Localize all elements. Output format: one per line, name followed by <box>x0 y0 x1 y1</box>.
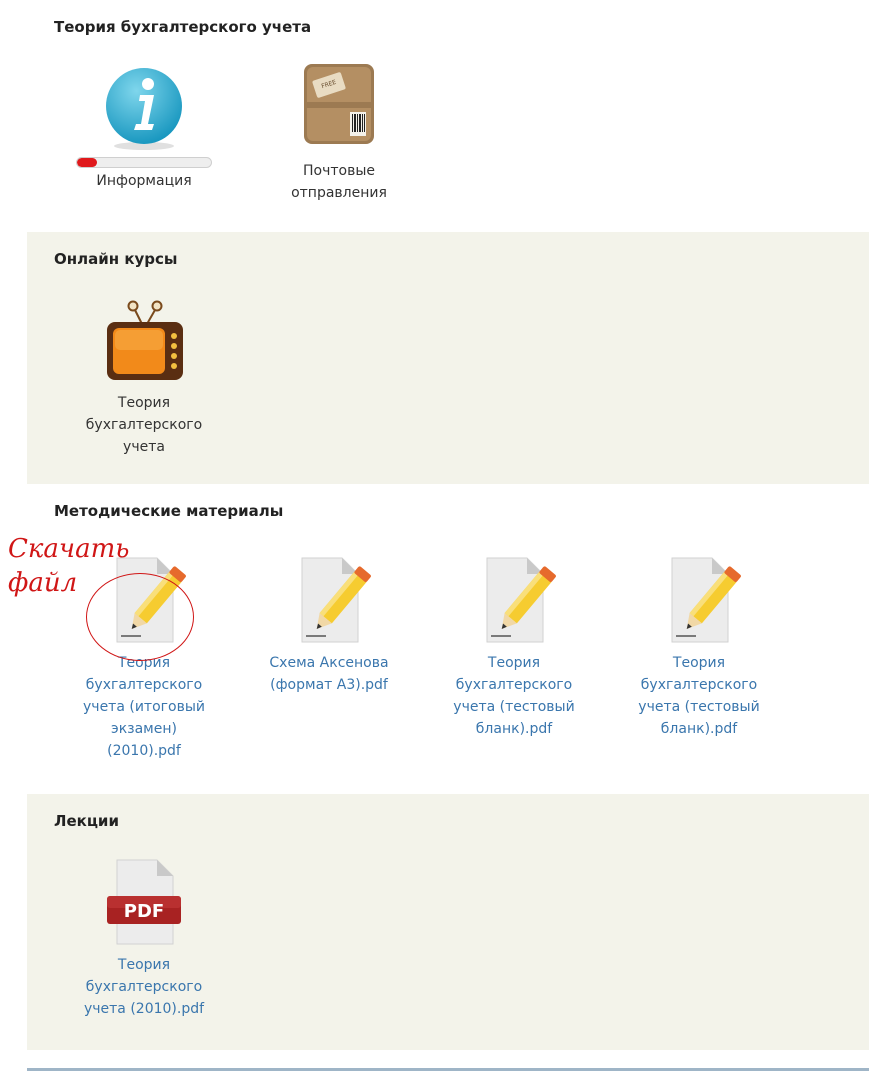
document-edit-icon[interactable] <box>469 554 559 646</box>
tile-label: Почтовые отправления <box>291 163 387 201</box>
pdf-tile[interactable]: PDF Теория бухгалтерского учета (2010).p… <box>59 856 229 1020</box>
section-title: Онлайн курсы <box>54 250 178 268</box>
pdf-file-icon[interactable]: PDF <box>99 856 189 948</box>
document-tile[interactable]: Схема Аксенова (формат А3).pdf <box>244 554 414 696</box>
document-edit-icon[interactable] <box>284 554 374 646</box>
package-icon[interactable]: FREE <box>294 62 384 154</box>
info-icon[interactable] <box>99 62 189 154</box>
section-title: Лекции <box>54 812 119 830</box>
tile-label[interactable]: Схема Аксенова (формат А3).pdf <box>244 652 414 696</box>
document-edit-icon[interactable] <box>654 554 744 646</box>
info-tile[interactable]: Информация <box>59 62 229 192</box>
tile-label[interactable]: Теория бухгалтерского учета (тестовый бл… <box>429 652 599 740</box>
section-lectures: Лекции PDF Теория бухгалтерского учета (… <box>27 794 869 1050</box>
pdf-badge: PDF <box>124 901 164 922</box>
section-course-info: Теория бухгалтерского учета Информация F… <box>27 0 869 232</box>
progress-bar <box>76 157 212 168</box>
document-tile[interactable]: Теория бухгалтерского учета (тестовый бл… <box>429 554 599 740</box>
tile-label: Теория бухгалтерского учета <box>85 395 203 455</box>
online-course-tile[interactable]: Теория бухгалтерского учета <box>59 294 229 458</box>
section-methodical-materials: Методические материалы Теория бухгалтерс… <box>27 484 869 794</box>
document-tile[interactable]: Теория бухгалтерского учета (тестовый бл… <box>614 554 784 740</box>
download-annotation: Скачать файл <box>8 534 130 598</box>
section-online-courses: Онлайн курсы Теория бухгалтерского учета <box>27 232 869 484</box>
progress-fill <box>77 158 98 167</box>
tile-label[interactable]: Теория бухгалтерского учета (тестовый бл… <box>614 652 784 740</box>
section-title: Методические материалы <box>54 502 284 520</box>
tile-label[interactable]: Теория бухгалтерского учета (итоговый эк… <box>59 652 229 762</box>
tile-label[interactable]: Теория бухгалтерского учета (2010).pdf <box>59 954 229 1020</box>
section-title: Теория бухгалтерского учета <box>54 18 312 36</box>
tv-icon[interactable] <box>99 294 189 386</box>
postal-tile[interactable]: FREE Почтовые отправления <box>254 62 424 204</box>
bottom-divider <box>27 1068 869 1071</box>
tile-label: Информация <box>96 173 192 189</box>
